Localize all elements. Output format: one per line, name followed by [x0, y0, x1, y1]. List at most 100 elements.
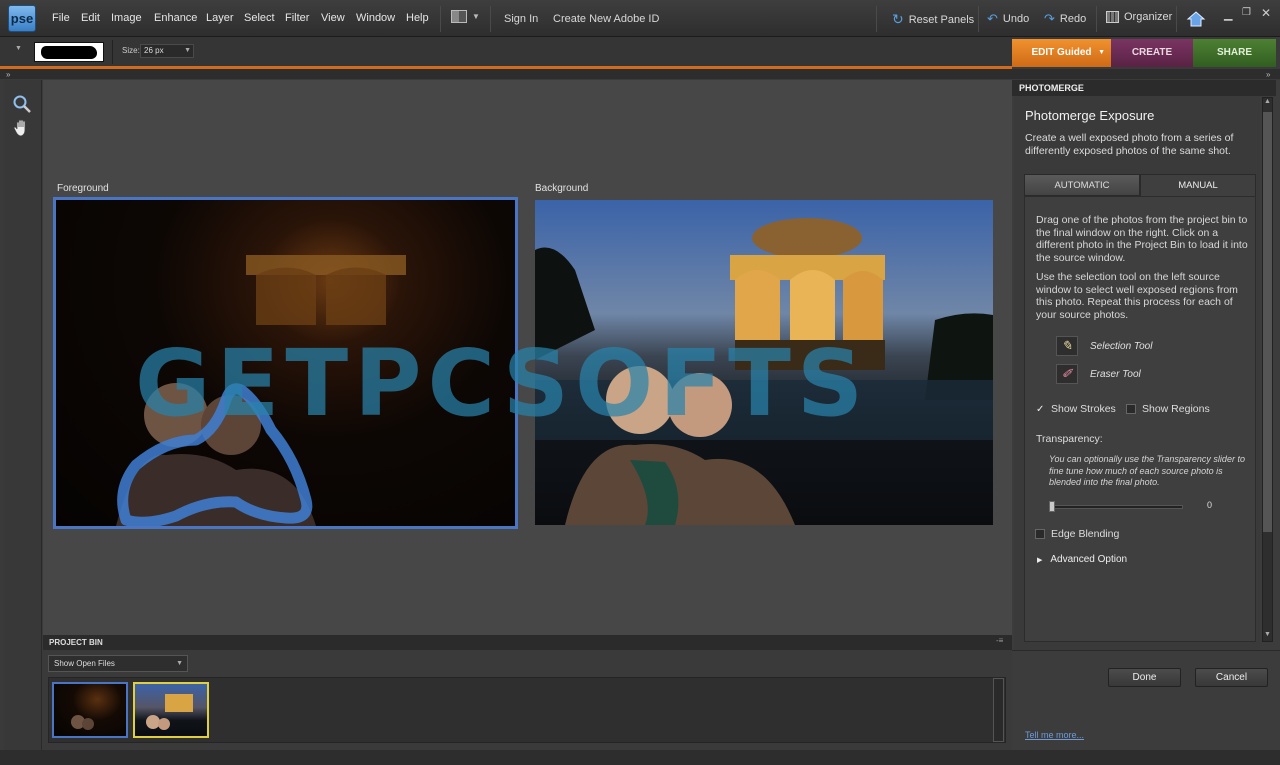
show-strokes-label: Show Strokes	[1051, 403, 1116, 415]
done-button[interactable]: Done	[1108, 668, 1181, 687]
restore-icon[interactable]: ❐	[1242, 7, 1251, 18]
panel-header: PHOTOMERGE	[1012, 80, 1276, 96]
reset-panels-button[interactable]: ↻ Reset Panels	[892, 11, 974, 28]
toolbox	[4, 80, 42, 760]
selection-tool-button[interactable]: ✎ Selection Tool	[1056, 336, 1152, 356]
show-strokes-checkbox[interactable]: ✓ Show Strokes	[1036, 403, 1116, 415]
arrange-button[interactable]: ▼	[451, 10, 480, 23]
organizer-label: Organizer	[1124, 11, 1173, 23]
eraser-tool-label: Eraser Tool	[1090, 368, 1141, 380]
selection-tool-label: Selection Tool	[1090, 340, 1153, 352]
menu-edit[interactable]: Edit	[81, 12, 100, 24]
advanced-option-label: Advanced Option	[1050, 554, 1128, 565]
panel-title: Photomerge Exposure	[1025, 108, 1155, 123]
merge-mode-tabs: AUTOMATIC MANUAL	[1024, 174, 1256, 196]
brush-size-value: 26 px	[144, 46, 164, 55]
transparency-slider-handle[interactable]	[1049, 501, 1055, 512]
transparency-value: 0	[1207, 500, 1213, 510]
undo-label: Undo	[1002, 13, 1030, 25]
checkbox-box	[1035, 529, 1045, 539]
menu-enhance[interactable]: Enhance	[154, 12, 197, 24]
tab-edit-label: EDIT Guided	[1031, 47, 1092, 58]
show-open-files-value: Show Open Files	[54, 659, 115, 668]
transparency-label: Transparency:	[1036, 433, 1103, 445]
menu-image[interactable]: Image	[111, 12, 142, 24]
menu-help[interactable]: Help	[406, 12, 429, 24]
checkbox-box	[1126, 404, 1136, 414]
reset-icon: ↻	[892, 11, 904, 27]
sign-in-link[interactable]: Sign In	[504, 13, 538, 25]
app-logo: pse	[8, 5, 36, 32]
tab-edit-guided[interactable]: EDIT Guided ▼	[1012, 39, 1111, 67]
redo-label: Redo	[1059, 13, 1087, 25]
menu-window[interactable]: Window	[356, 12, 395, 24]
project-bin-header: PROJECT BIN	[43, 635, 1012, 650]
bin-scrollbar[interactable]	[993, 678, 1004, 742]
mode-tabs: EDIT Guided ▼ CREATE SHARE	[1012, 39, 1276, 67]
bin-menu-icon[interactable]: -≡	[996, 636, 1003, 645]
menu-filter[interactable]: Filter	[285, 12, 309, 24]
eraser-tool-button[interactable]: ✐ Eraser Tool	[1056, 364, 1141, 384]
chevron-down-icon: ▼	[472, 12, 480, 21]
bin-thumbnail-foreground[interactable]	[52, 682, 128, 738]
hand-tool-icon[interactable]	[12, 118, 32, 143]
close-icon[interactable]: ✕	[1261, 6, 1271, 20]
create-adobe-id-link[interactable]: Create New Adobe ID	[553, 13, 659, 25]
chevron-down-icon: ▼	[176, 660, 183, 667]
tab-automatic[interactable]: AUTOMATIC	[1024, 174, 1140, 196]
undo-button[interactable]: ↶ Undo	[987, 11, 1029, 27]
panel-scrollbar-thumb[interactable]	[1263, 112, 1272, 532]
foreground-label: Foreground	[57, 183, 109, 194]
tab-create[interactable]: CREATE	[1111, 39, 1193, 67]
instructions-step2: Use the selection tool on the left sourc…	[1036, 271, 1238, 321]
status-bar	[0, 750, 1280, 765]
checkmark-icon: ✓	[1036, 403, 1045, 415]
size-label: Size:	[122, 46, 140, 55]
zoom-tool-icon[interactable]	[12, 94, 32, 119]
chevron-down-icon: ▼	[1098, 49, 1105, 56]
menu-file[interactable]: File	[52, 12, 70, 24]
cancel-button[interactable]: Cancel	[1195, 668, 1268, 687]
scroll-up-icon[interactable]: ▲	[1264, 98, 1271, 105]
tab-manual[interactable]: MANUAL	[1140, 174, 1256, 196]
instructions-step1: Drag one of the photos from the project …	[1036, 214, 1248, 264]
menu-view[interactable]: View	[321, 12, 345, 24]
undo-icon: ↶	[987, 11, 998, 26]
collapse-panel-icon[interactable]: »	[1266, 70, 1270, 79]
home-icon[interactable]	[1186, 9, 1206, 29]
tell-me-more-link[interactable]: Tell me more...	[1025, 730, 1084, 740]
reset-panels-label: Reset Panels	[908, 13, 975, 26]
advanced-option-toggle[interactable]: ▶ Advanced Option	[1037, 554, 1127, 565]
minimize-icon[interactable]: ▁	[1224, 8, 1232, 21]
chevron-down-icon: ▼	[184, 47, 191, 54]
transparency-slider[interactable]	[1050, 505, 1183, 509]
pencil-icon: ✎	[1056, 336, 1078, 356]
tool-preset-chevron-icon[interactable]: ▼	[15, 45, 22, 52]
organizer-button[interactable]: Organizer	[1106, 11, 1172, 23]
redo-button[interactable]: ↷ Redo	[1044, 11, 1086, 27]
expand-tools-icon[interactable]: »	[6, 70, 10, 79]
watermark-logo: GETPCSOFTS	[135, 330, 870, 437]
transparency-help: You can optionally use the Transparency …	[1049, 454, 1245, 487]
organizer-icon	[1106, 11, 1119, 23]
brush-preview[interactable]	[34, 42, 104, 62]
project-bin-title: PROJECT BIN	[49, 638, 103, 647]
panel-description: Create a well exposed photo from a serie…	[1025, 132, 1234, 157]
show-regions-label: Show Regions	[1142, 403, 1210, 415]
show-open-files-select[interactable]: Show Open Files ▼	[48, 655, 188, 672]
redo-icon: ↷	[1044, 11, 1055, 26]
show-regions-checkbox[interactable]: Show Regions	[1126, 403, 1210, 415]
layout-icon	[451, 10, 467, 23]
menu-layer[interactable]: Layer	[206, 12, 234, 24]
tab-share[interactable]: SHARE	[1193, 39, 1276, 67]
triangle-right-icon: ▶	[1037, 556, 1043, 564]
bin-thumbnail-background[interactable]	[133, 682, 209, 738]
background-label: Background	[535, 183, 589, 194]
brush-size-input[interactable]: 26 px ▼	[140, 44, 194, 58]
panel-header-label: PHOTOMERGE	[1019, 83, 1084, 93]
menu-select[interactable]: Select	[244, 12, 275, 24]
eraser-icon: ✐	[1056, 364, 1078, 384]
edge-blending-checkbox[interactable]: Edge Blending	[1035, 528, 1119, 540]
scroll-down-icon[interactable]: ▼	[1264, 631, 1271, 638]
edge-blending-label: Edge Blending	[1051, 528, 1120, 540]
